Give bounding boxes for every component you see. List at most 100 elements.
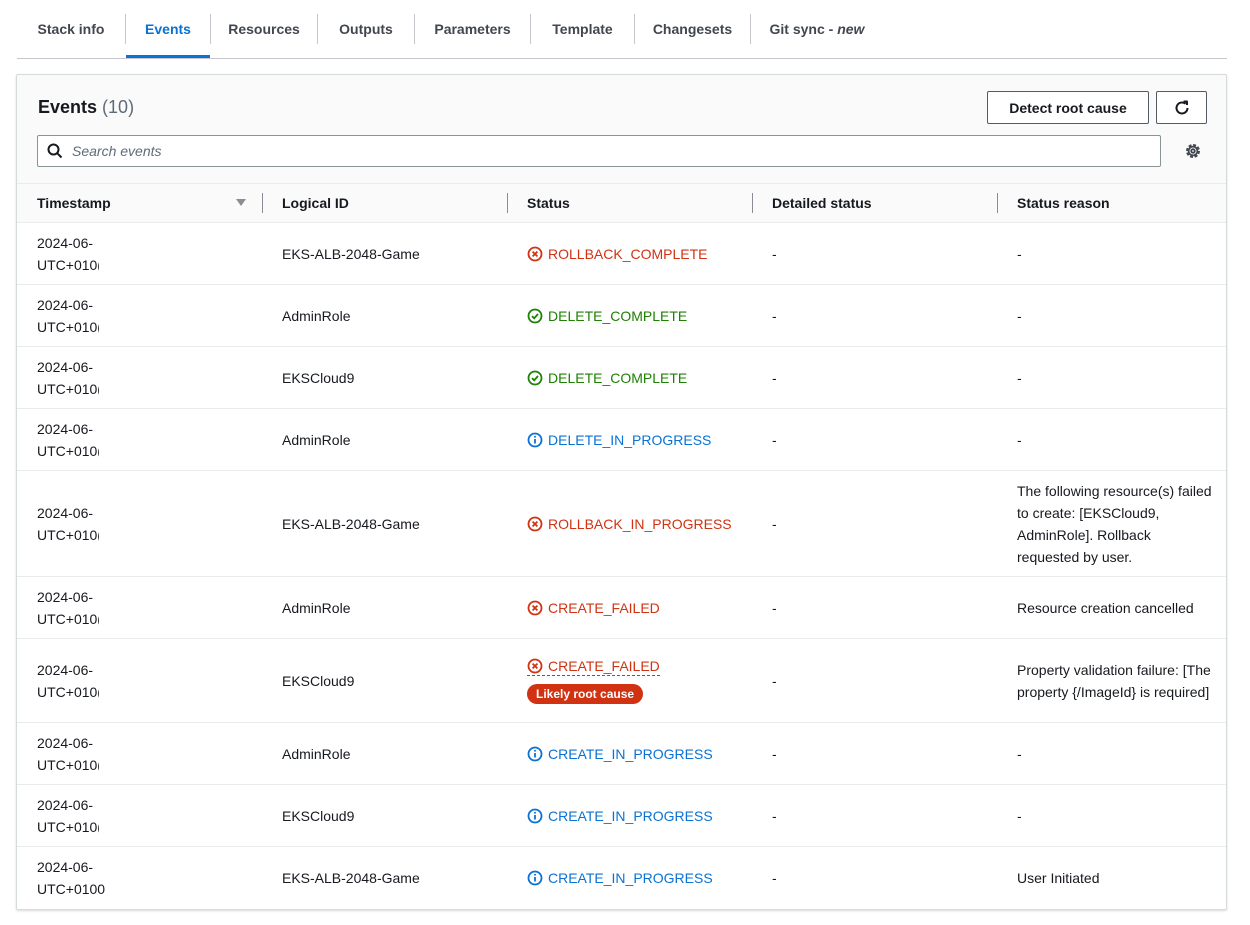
info-icon: [527, 432, 543, 447]
table-row: 2024-06- UTC+010( EKSCloud9 CREATE_IN_PRO…: [17, 785, 1226, 847]
events-table-body: 2024-06- UTC+010( EKS-ALB-2048-Game ROLLB…: [17, 223, 1226, 909]
timestamp-zone: UTC+010(: [37, 318, 99, 335]
timestamp-date: 2024-06-: [37, 859, 94, 875]
status-cell: CREATE_FAILED Likely root cause: [527, 639, 660, 722]
timestamp-date: 2024-06-: [37, 358, 94, 375]
status-text: DELETE_COMPLETE: [548, 369, 688, 386]
tab-changesets[interactable]: Changesets: [635, 14, 750, 59]
timestamp-cell: 2024-06- UTC+010(: [37, 285, 99, 346]
status-text: CREATE_FAILED: [548, 657, 660, 674]
column-header-detailed-status[interactable]: Detailed status: [772, 184, 872, 222]
gear-icon[interactable]: [1184, 142, 1202, 160]
status-reason-cell: -: [1017, 307, 1022, 324]
status-cell: CREATE_IN_PROGRESS: [527, 785, 713, 846]
new-tag: new: [837, 21, 865, 37]
detect-root-cause-button[interactable]: Detect root cause: [987, 91, 1149, 124]
timestamp-cell: 2024-06- UTC+010(: [37, 471, 99, 576]
column-header-status[interactable]: Status: [527, 184, 570, 222]
detailed-status-cell: -: [772, 431, 777, 448]
table-row: 2024-06- UTC+010( EKSCloud9 CREATE_FAILED…: [17, 639, 1226, 723]
status-reason-cell: -: [1017, 245, 1022, 262]
tab-outputs[interactable]: Outputs: [318, 14, 414, 59]
timestamp-zone: UTC+010(: [37, 442, 99, 459]
timestamp-date: 2024-06-: [37, 420, 94, 437]
status-reason-cell: -: [1017, 745, 1022, 762]
logical-id-cell: EKSCloud9: [282, 369, 355, 386]
column-header-status-reason[interactable]: Status reason: [1017, 184, 1110, 222]
status-reason-cell: -: [1017, 369, 1022, 386]
tab-label: Git sync -: [769, 21, 838, 37]
status-text: CREATE_FAILED: [548, 599, 660, 616]
timestamp-zone: UTC+010(: [37, 818, 99, 835]
timestamp-zone: UTC+010(: [37, 256, 99, 273]
timestamp-zone: UTC+010(: [37, 683, 99, 700]
error-icon: [527, 600, 543, 615]
tab-parameters[interactable]: Parameters: [415, 14, 530, 59]
status-reason-cell: Property validation failure: [The proper…: [1017, 661, 1211, 700]
status-cell: CREATE_IN_PROGRESS: [527, 723, 713, 784]
detailed-status-cell: -: [772, 515, 777, 532]
sort-descending-icon[interactable]: [236, 199, 246, 206]
timestamp-date: 2024-06-: [37, 796, 94, 813]
tab-resources[interactable]: Resources: [211, 14, 317, 59]
panel-title: Events (10): [38, 97, 134, 118]
timestamp-date: 2024-06-: [37, 588, 94, 605]
status-reason-cell: -: [1017, 807, 1022, 824]
column-divider[interactable]: [752, 193, 753, 213]
error-icon: [527, 658, 543, 673]
column-header-timestamp[interactable]: Timestamp: [37, 184, 111, 222]
panel-title-text: Events: [38, 97, 98, 117]
tab-template[interactable]: Template: [531, 14, 634, 59]
table-row: 2024-06- UTC+0100 EKS-ALB-2048-Game CREAT…: [17, 847, 1226, 909]
timestamp-zone: UTC+010(: [37, 526, 99, 543]
timestamp-date: 2024-06-: [37, 661, 94, 678]
table-row: 2024-06- UTC+010( EKS-ALB-2048-Game ROLLB…: [17, 223, 1226, 285]
timestamp-cell: 2024-06- UTC+010(: [37, 639, 99, 722]
logical-id-cell: AdminRole: [282, 599, 351, 616]
success-icon: [527, 370, 543, 385]
timestamp-cell: 2024-06- UTC+010(: [37, 223, 99, 284]
timestamp-date: 2024-06-: [37, 234, 94, 251]
table-row: 2024-06- UTC+010( AdminRole DELETE_COMPLE…: [17, 285, 1226, 347]
timestamp-cell: 2024-06- UTC+0100: [37, 847, 127, 909]
search-box: [37, 135, 1161, 167]
column-label: Timestamp: [37, 195, 111, 211]
column-header-logical-id[interactable]: Logical ID: [282, 184, 349, 222]
column-label: Detailed status: [772, 195, 872, 211]
status-text: CREATE_IN_PROGRESS: [548, 745, 713, 762]
status-reason-cell: -: [1017, 431, 1022, 448]
detailed-status-cell: -: [772, 672, 777, 689]
success-icon: [527, 308, 543, 323]
refresh-icon: [1175, 100, 1188, 114]
status-reason-cell: User Initiated: [1017, 870, 1100, 886]
status-reason-cell: Resource creation cancelled: [1017, 599, 1194, 616]
logical-id-cell: EKS-ALB-2048-Game: [282, 870, 420, 886]
logical-id-cell: EKSCloud9: [282, 807, 355, 824]
table-row: 2024-06- UTC+010( EKS-ALB-2048-Game ROLLB…: [17, 471, 1226, 577]
column-divider[interactable]: [262, 193, 263, 213]
timestamp-cell: 2024-06- UTC+010(: [37, 577, 99, 638]
event-count: (10): [102, 97, 135, 117]
search-input[interactable]: [72, 143, 1152, 159]
timestamp-date: 2024-06-: [37, 734, 94, 751]
error-icon: [527, 516, 543, 531]
refresh-button[interactable]: [1156, 91, 1207, 124]
status-text: ROLLBACK_IN_PROGRESS: [548, 515, 732, 532]
logical-id-cell: AdminRole: [282, 431, 351, 448]
root-cause-status-popover-trigger[interactable]: CREATE_FAILED: [527, 658, 660, 676]
tab-git-sync[interactable]: Git sync - new: [751, 14, 883, 59]
column-divider[interactable]: [507, 193, 508, 213]
tab-stack-info[interactable]: Stack info: [37, 14, 105, 59]
logical-id-cell: AdminRole: [282, 745, 351, 762]
status-cell: DELETE_IN_PROGRESS: [527, 409, 711, 470]
status-text: CREATE_IN_PROGRESS: [548, 807, 713, 824]
column-divider[interactable]: [997, 193, 998, 213]
tab-label: Events: [145, 21, 191, 37]
column-label: Status: [527, 195, 570, 211]
tab-label: Stack info: [37, 21, 105, 37]
tab-events[interactable]: Events: [126, 14, 210, 58]
info-icon: [527, 746, 543, 761]
status-cell: CREATE_IN_PROGRESS: [527, 847, 713, 909]
error-icon: [527, 246, 543, 261]
detailed-status-cell: -: [772, 369, 777, 386]
